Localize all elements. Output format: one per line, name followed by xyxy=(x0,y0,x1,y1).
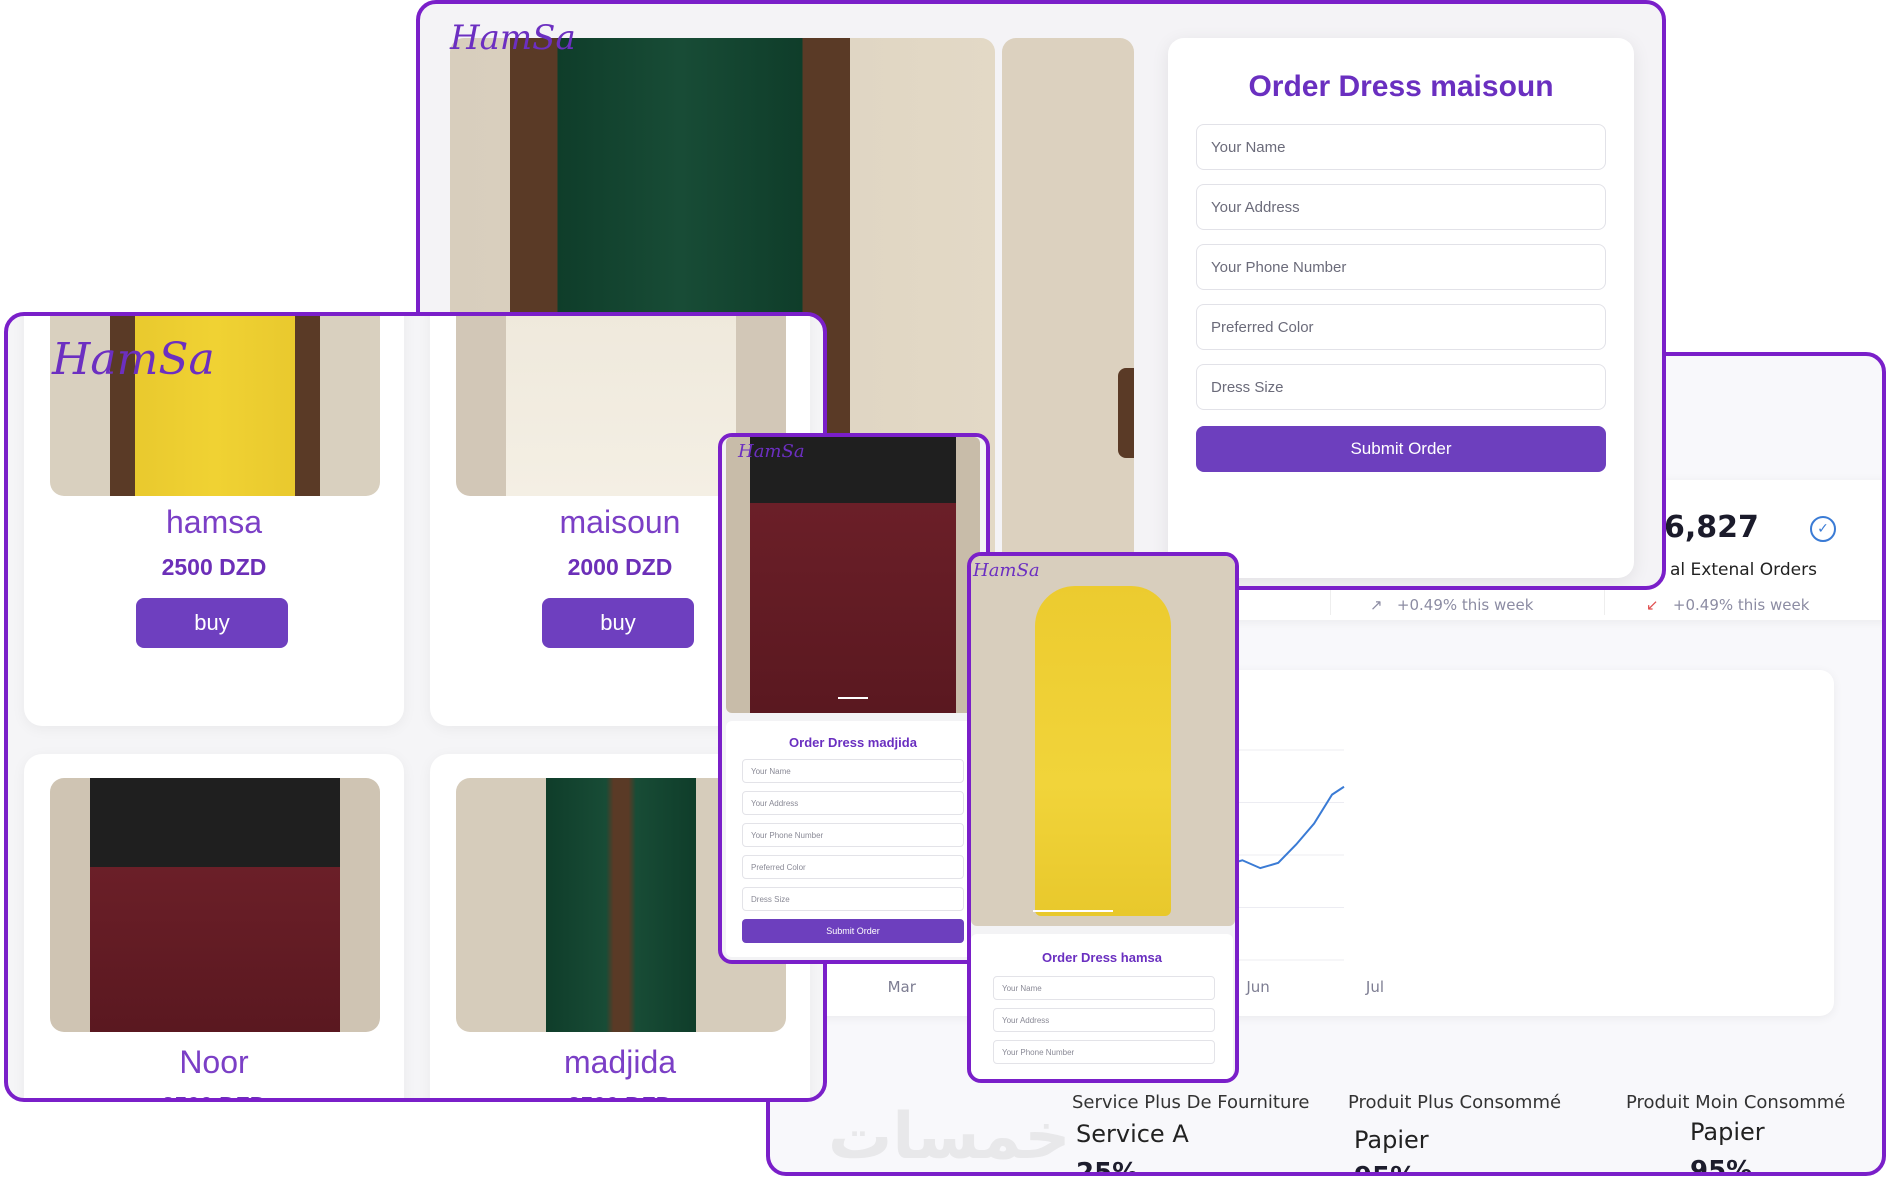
form-title: Order Dress maisoun xyxy=(1248,70,1554,103)
dress-photo xyxy=(971,556,1235,926)
watermark: خمسات xyxy=(828,1100,1071,1174)
size-field[interactable]: Dress Size xyxy=(1196,364,1606,410)
address-field[interactable]: Your Address xyxy=(1196,184,1606,230)
phone-field[interactable]: Your Phone Number xyxy=(993,1040,1215,1064)
brand-logo: HamSa xyxy=(973,560,1040,581)
stat-value: 6,827 xyxy=(1664,510,1759,545)
brand-logo: HamSa xyxy=(52,334,215,385)
product-price: 2500 DZD xyxy=(161,554,267,580)
name-field[interactable]: Your Name xyxy=(742,759,964,783)
bottom-sub-1: Service A xyxy=(1076,1120,1189,1148)
bottom-title-2: Produit Plus Consommé xyxy=(1348,1092,1562,1113)
check-circle-icon: ✓ xyxy=(1810,516,1836,542)
bottom-pct-2: 95% xyxy=(1354,1162,1416,1172)
product-price: 2500 DZD xyxy=(430,1092,810,1098)
carousel-indicator[interactable] xyxy=(1033,910,1113,912)
x-tick-label: Jun xyxy=(1245,978,1269,996)
x-tick-label: Mar xyxy=(888,978,917,996)
address-field[interactable]: Your Address xyxy=(742,791,964,815)
name-field[interactable]: Your Name xyxy=(1196,124,1606,170)
buy-button[interactable]: buy xyxy=(542,598,694,648)
color-field[interactable]: Preferred Color xyxy=(1196,304,1606,350)
form-title: Order Dress madjida xyxy=(789,735,917,750)
phone-field[interactable]: Your Phone Number xyxy=(1196,244,1606,290)
bottom-pct-1: 25% xyxy=(1076,1158,1139,1176)
form-title: Order Dress hamsa xyxy=(1042,950,1162,965)
order-form: Order Dress maisoun Your Name Your Addre… xyxy=(1168,38,1634,578)
dress-photo xyxy=(726,437,980,713)
arrow-up-right-icon: ↗ xyxy=(1370,596,1383,614)
submit-order-button[interactable]: Submit Order xyxy=(742,919,964,943)
bottom-sub-2: Papier xyxy=(1354,1126,1429,1154)
x-tick-label: Jul xyxy=(1365,978,1384,996)
mobile-order-form: Order Dress madjida Your Name Your Addre… xyxy=(726,721,980,957)
phone-field[interactable]: Your Phone Number xyxy=(742,823,964,847)
bottom-pct-3: 95% xyxy=(1690,1156,1753,1176)
dress-photo-side xyxy=(1002,38,1134,586)
product-name: madjida xyxy=(563,1044,677,1080)
color-field[interactable]: Preferred Color xyxy=(742,855,964,879)
address-field[interactable]: Your Address xyxy=(993,1008,1215,1032)
stat-label: al Extenal Orders xyxy=(1670,560,1817,580)
submit-order-button[interactable]: Submit Order xyxy=(1196,426,1606,472)
bottom-title-3: Produit Moin Consommé xyxy=(1626,1092,1846,1113)
arrow-down-left-icon: ↙ xyxy=(1646,596,1659,614)
product-name: Noor xyxy=(179,1044,249,1080)
brand-logo: HamSa xyxy=(450,18,576,58)
brand-logo: HamSa xyxy=(738,441,805,462)
product-price: 2500 DZD xyxy=(24,1092,404,1098)
mobile-order-form: Order Dress hamsa Your Name Your Address… xyxy=(971,934,1233,1079)
trend-down: ↙ +0.49% this week xyxy=(1646,596,1810,614)
carousel-indicator[interactable] xyxy=(838,697,868,699)
size-field[interactable]: Dress Size xyxy=(742,887,964,911)
mobile-order-madjida: HamSa Order Dress madjida Your Name Your… xyxy=(718,433,990,964)
buy-button[interactable]: buy xyxy=(136,598,288,648)
yellow-dress xyxy=(1035,586,1171,916)
trend-up: ↗ +0.49% this week xyxy=(1370,596,1534,614)
name-field[interactable]: Your Name xyxy=(993,976,1215,1000)
bottom-sub-3: Papier xyxy=(1690,1118,1765,1146)
product-name: hamsa xyxy=(165,504,263,540)
product-image[interactable] xyxy=(50,778,380,1032)
mobile-order-hamsa: HamSa Order Dress hamsa Your Name Your A… xyxy=(967,552,1239,1083)
product-card-noor: Noor 2500 DZD xyxy=(24,754,404,1098)
products-page-screenshot: hamsa 2500 DZD buy maisoun 2000 DZD buy … xyxy=(4,312,827,1102)
bottom-title-1: Service Plus De Fourniture xyxy=(1072,1092,1310,1113)
